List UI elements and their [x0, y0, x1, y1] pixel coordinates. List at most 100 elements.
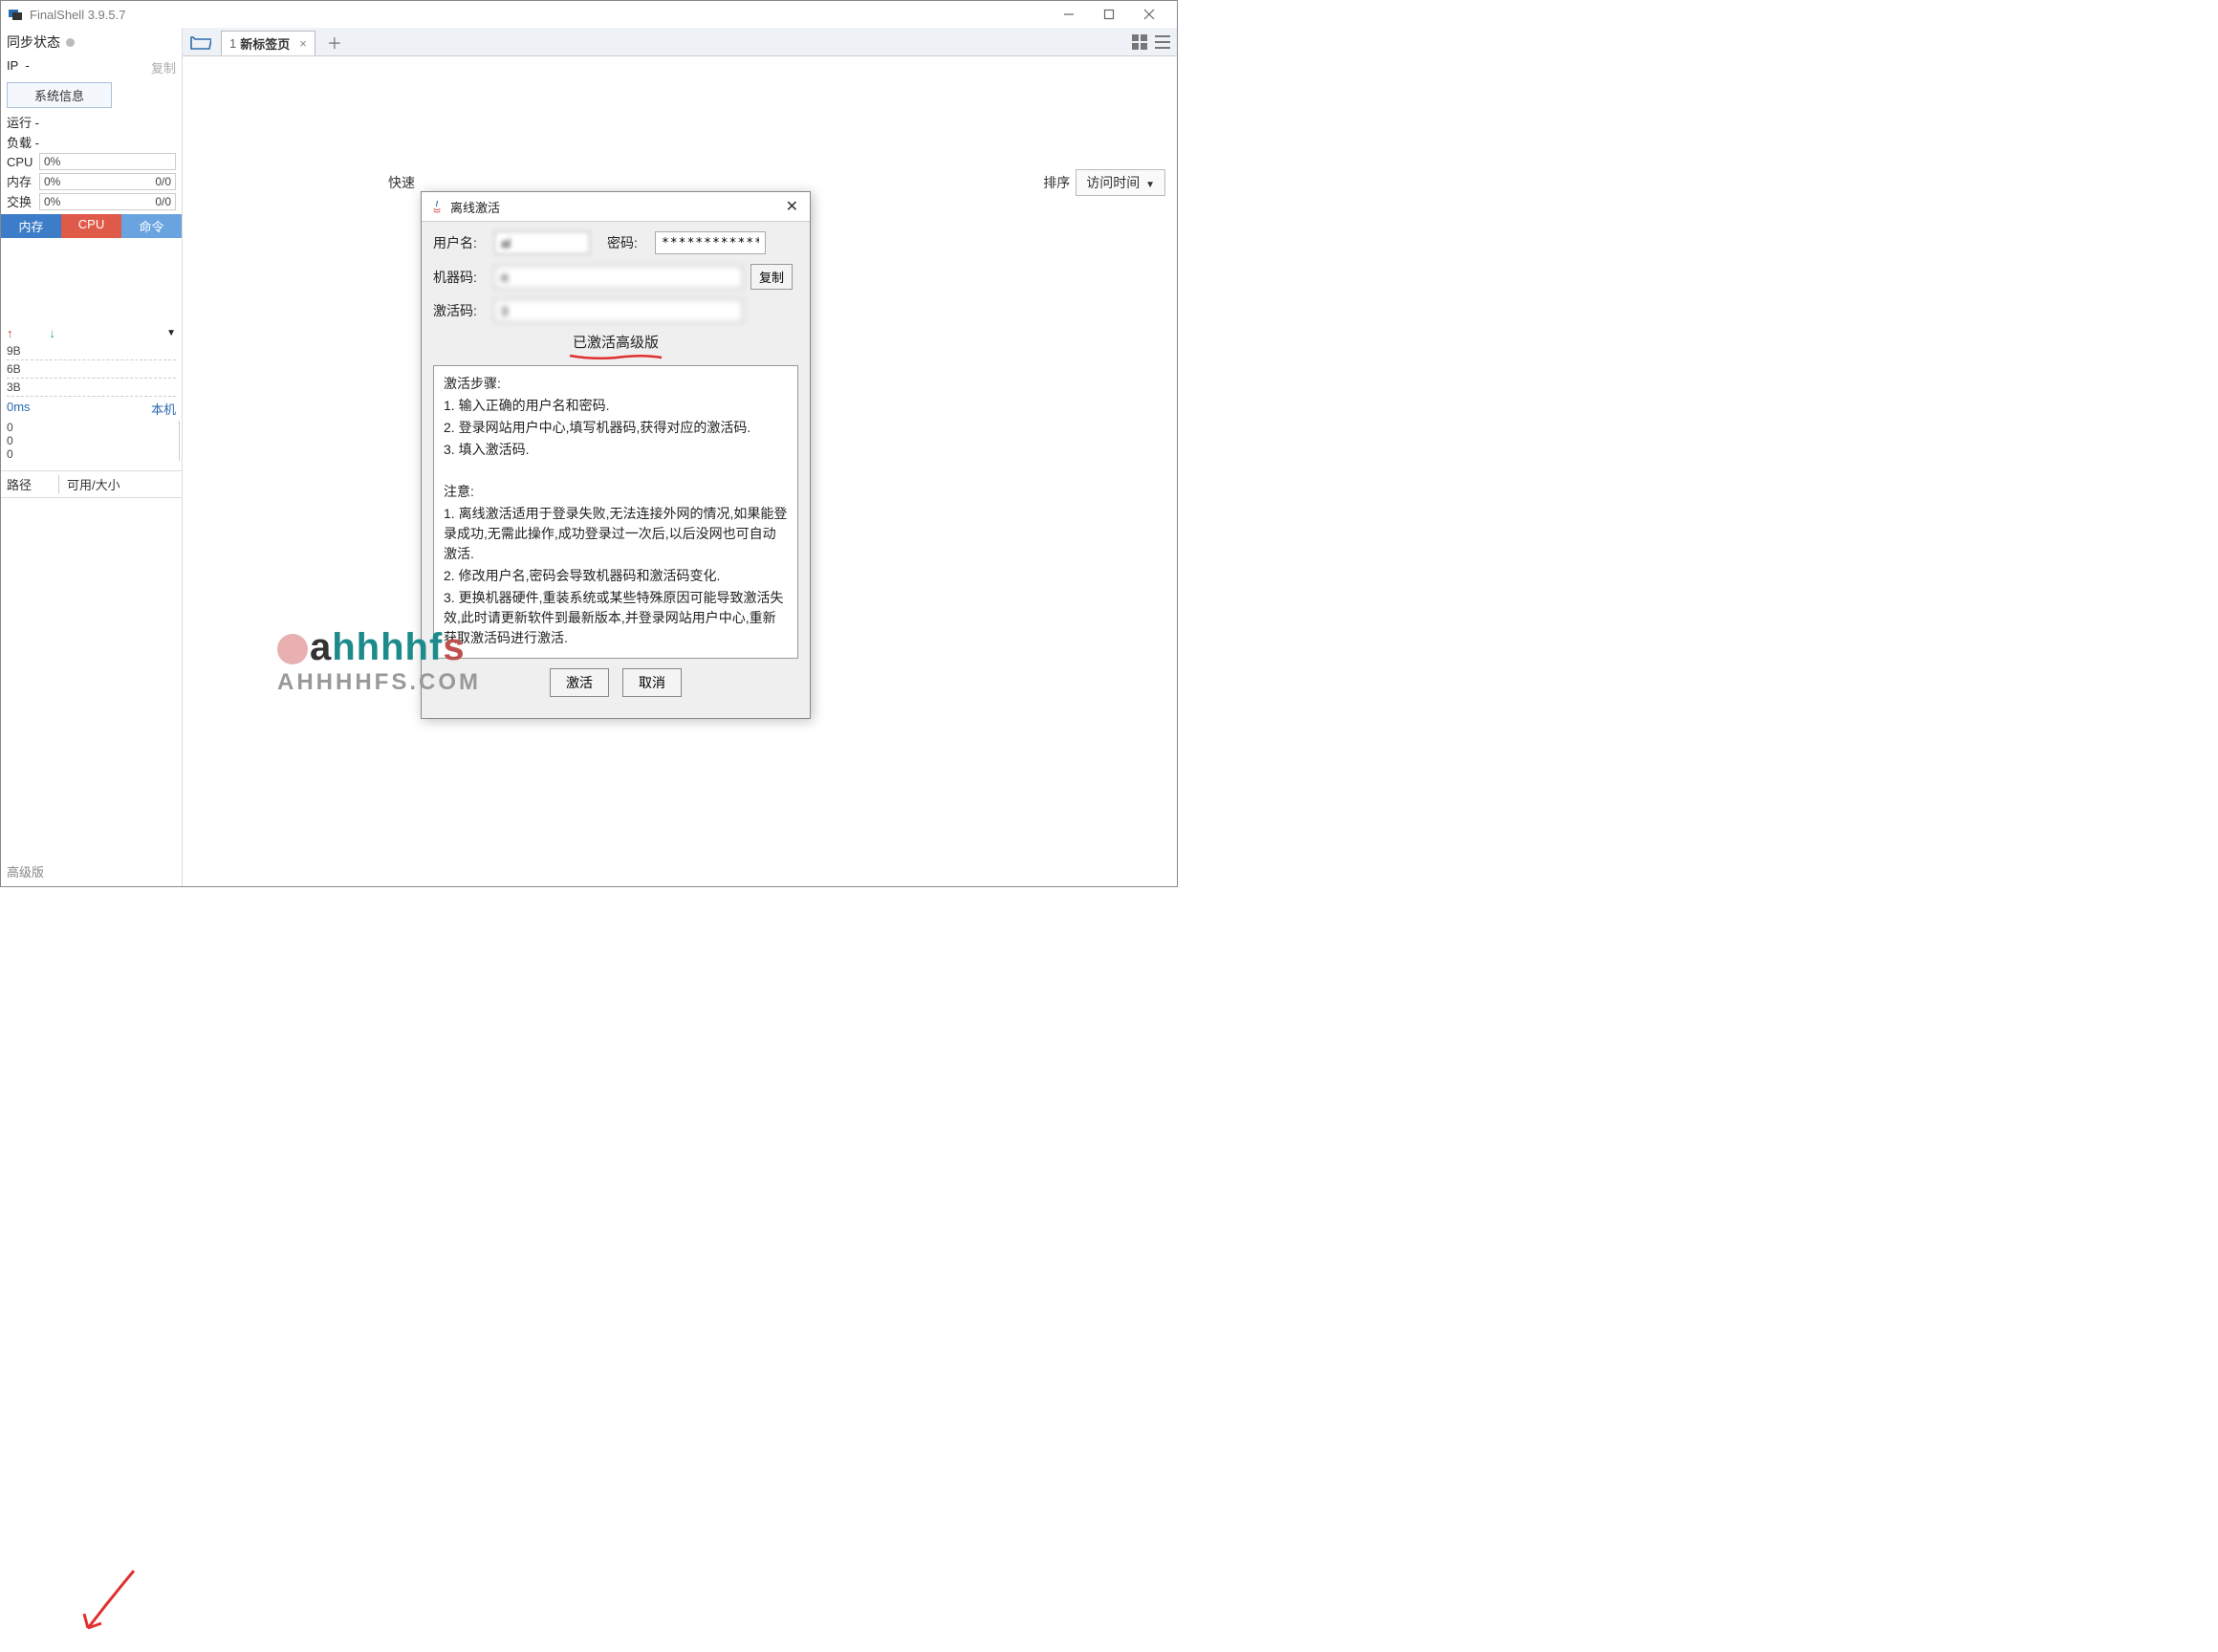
upload-arrow-icon: ↑	[7, 326, 13, 340]
user-label: 用户名:	[433, 233, 487, 252]
minimize-button[interactable]	[1049, 1, 1089, 28]
tabbar: 1 新标签页 × ＋	[183, 28, 1177, 56]
cpu-bar: 0%	[39, 153, 176, 170]
cancel-button[interactable]: 取消	[622, 668, 682, 697]
list-view-icon[interactable]	[1154, 33, 1171, 51]
load-label: 负载 -	[1, 132, 182, 152]
mem-bar: 0% 0/0	[39, 173, 176, 190]
swap-label: 交换	[7, 192, 39, 210]
dialog-titlebar: 离线激活 ✕	[422, 192, 810, 222]
dialog-buttons: 激活 取消	[433, 659, 798, 708]
pass-input[interactable]	[655, 231, 766, 254]
chevron-down-icon: ▼	[1145, 180, 1155, 190]
machine-copy-button[interactable]: 复制	[750, 264, 793, 290]
folder-open-icon[interactable]	[190, 33, 211, 51]
z2: 0	[7, 447, 173, 461]
ip-label: IP	[7, 58, 18, 76]
steps-title: 激活步骤:	[444, 374, 788, 394]
ip-row: IP - 复制	[1, 56, 182, 78]
step-1: 1. 输入正确的用户名和密码.	[444, 396, 788, 416]
edition-label: 高级版	[7, 862, 44, 880]
quick-label: 快速	[388, 173, 415, 192]
uptime-label: 运行 -	[1, 112, 182, 132]
disk-col-size: 可用/大小	[58, 475, 120, 493]
scale-3b: 3B	[7, 379, 176, 397]
net-arrows: ↑ ↓ ▼	[1, 324, 182, 342]
new-tab-button[interactable]: ＋	[327, 31, 342, 54]
app-title: FinalShell 3.9.5.7	[30, 8, 1049, 22]
chart-area	[1, 238, 182, 324]
code-input[interactable]	[494, 299, 743, 322]
user-input[interactable]	[494, 231, 590, 254]
note-1: 1. 离线激活适用于登录失败,无法连接外网的情况,如果能登录成功,无需此操作,成…	[444, 504, 788, 564]
sort-label: 排序	[1043, 173, 1070, 192]
tab-label: 新标签页	[240, 34, 290, 53]
tab-number: 1	[229, 36, 236, 51]
ip-copy-button[interactable]: 复制	[151, 58, 176, 76]
pass-label: 密码:	[607, 233, 647, 252]
activation-dialog: 离线激活 ✕ 用户名: 密码: 机器码: 复制 激活码: 已激活高级版 激活	[421, 191, 811, 719]
sort-area: 排序 访问时间 ▼	[1043, 169, 1165, 196]
window-controls	[1049, 1, 1169, 28]
mem-meter: 内存 0%0/0	[1, 171, 182, 191]
swap-detail: 0/0	[155, 195, 171, 208]
dialog-body: 用户名: 密码: 机器码: 复制 激活码: 已激活高级版 激活步骤: 1. 输入…	[422, 222, 810, 718]
sidebar: 同步状态 IP - 复制 系统信息 运行 - 负载 - CPU 0% 内存 0%…	[1, 28, 183, 886]
activate-button[interactable]: 激活	[550, 668, 609, 697]
sort-value: 访问时间	[1086, 175, 1140, 190]
expand-icon[interactable]: ▼	[166, 328, 176, 338]
scale-9b: 9B	[7, 342, 176, 360]
ping-ms: 0ms	[7, 400, 31, 418]
machine-label: 机器码:	[433, 268, 487, 287]
steps-box: 激活步骤: 1. 输入正确的用户名和密码. 2. 登录网站用户中心,填写机器码,…	[433, 365, 798, 659]
z0: 0	[7, 421, 173, 434]
machine-input[interactable]	[494, 266, 743, 289]
monitor-tabs: 内存 CPU 命令	[1, 214, 182, 238]
cpu-meter: CPU 0%	[1, 152, 182, 171]
sort-select[interactable]: 访问时间 ▼	[1076, 169, 1165, 196]
note-3: 3. 更换机器硬件,重装系统或某些特殊原因可能导致激活失效,此时请更新软件到最新…	[444, 588, 788, 648]
red-underline-annotation	[568, 352, 663, 361]
titlebar: FinalShell 3.9.5.7	[1, 1, 1177, 28]
sync-label: 同步状态	[7, 33, 60, 52]
net-scale: 9B 6B 3B	[1, 342, 182, 397]
sysinfo-button[interactable]: 系统信息	[7, 82, 112, 108]
app-icon	[9, 7, 24, 22]
tab-close-icon[interactable]: ×	[299, 36, 307, 51]
note-2: 2. 修改用户名,密码会导致机器码和激活码变化.	[444, 566, 788, 586]
step-2: 2. 登录网站用户中心,填写机器码,获得对应的激活码.	[444, 418, 788, 438]
ping-host: 本机	[151, 400, 176, 418]
dialog-title: 离线激活	[450, 198, 782, 216]
activation-status: 已激活高级版	[433, 332, 798, 352]
ip-value: -	[26, 58, 30, 76]
page-tab[interactable]: 1 新标签页 ×	[221, 31, 315, 55]
code-label: 激活码:	[433, 301, 487, 320]
swap-meter: 交换 0% 0/0	[1, 191, 182, 211]
ping-zeros: 0 0 0	[1, 421, 180, 461]
sync-status: 同步状态	[1, 28, 182, 56]
notes-title: 注意:	[444, 482, 788, 502]
dialog-close-icon[interactable]: ✕	[782, 197, 802, 216]
z1: 0	[7, 434, 173, 447]
scale-6b: 6B	[7, 360, 176, 379]
tab-cpu[interactable]: CPU	[61, 214, 121, 238]
tab-mem[interactable]: 内存	[1, 214, 61, 238]
red-arrow-annotation	[76, 1566, 143, 1642]
java-icon	[429, 199, 445, 214]
cpu-value: 0%	[44, 155, 60, 168]
mem-value: 0%	[44, 175, 60, 188]
close-button[interactable]	[1129, 1, 1169, 28]
row-user-pass: 用户名: 密码:	[433, 231, 798, 254]
grid-view-icon[interactable]	[1131, 33, 1148, 51]
mem-detail: 0/0	[155, 175, 171, 188]
app-window: FinalShell 3.9.5.7 同步状态 IP - 复制 系统信息 运行 …	[0, 0, 1178, 887]
cpu-label: CPU	[7, 155, 39, 169]
swap-bar: 0% 0/0	[39, 193, 176, 210]
swap-value: 0%	[44, 195, 60, 208]
tab-cmd[interactable]: 命令	[121, 214, 182, 238]
maximize-button[interactable]	[1089, 1, 1129, 28]
disk-header: 路径 可用/大小	[1, 470, 182, 498]
row-machine: 机器码: 复制	[433, 264, 798, 290]
step-3: 3. 填入激活码.	[444, 440, 788, 460]
row-code: 激活码:	[433, 299, 798, 322]
